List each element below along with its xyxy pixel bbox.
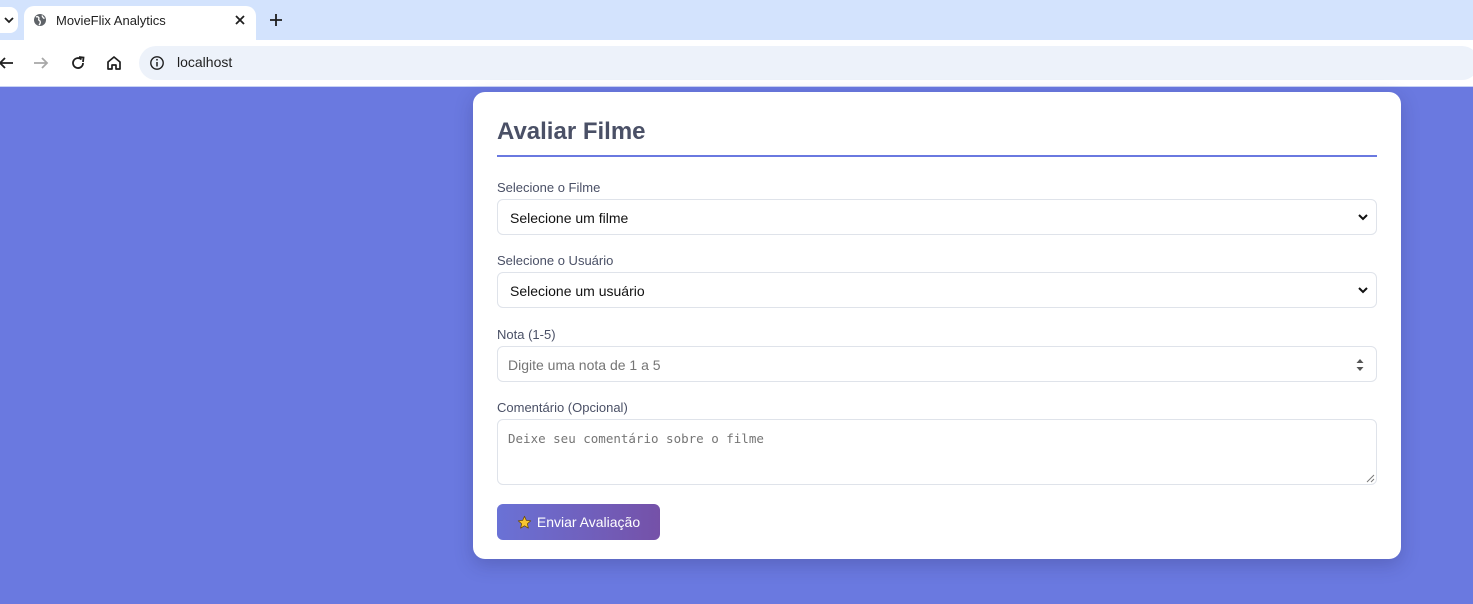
- movie-select-label: Selecione o Filme: [497, 180, 601, 195]
- browser-tab-active[interactable]: MovieFlix Analytics: [24, 6, 256, 40]
- close-icon[interactable]: [232, 12, 248, 28]
- title-divider: [497, 155, 1377, 157]
- movie-select-value: Selecione um filme: [510, 210, 629, 226]
- reload-icon[interactable]: [68, 53, 88, 73]
- browser-tab-strip: MovieFlix Analytics: [0, 0, 1473, 40]
- rating-input-placeholder: Digite uma nota de 1 a 5: [508, 357, 661, 373]
- back-arrow-icon[interactable]: [0, 53, 16, 73]
- submit-rating-label: Enviar Avaliação: [536, 514, 641, 530]
- page-background: Avaliar Filme Selecione o Filme Selecion…: [0, 87, 1473, 604]
- tab-search-button[interactable]: [0, 7, 18, 33]
- rating-input-label: Nota (1-5): [497, 327, 556, 342]
- info-icon[interactable]: [149, 55, 165, 71]
- resize-grip-icon[interactable]: [1366, 474, 1375, 483]
- forward-arrow-icon[interactable]: [31, 53, 51, 73]
- browser-toolbar: localhost: [0, 40, 1473, 87]
- chevron-down-icon: [1358, 214, 1368, 221]
- chevron-down-icon: [1358, 287, 1368, 294]
- chevron-down-icon: [4, 17, 14, 24]
- submit-rating-button[interactable]: Enviar Avaliação: [497, 504, 660, 540]
- rating-input[interactable]: Digite uma nota de 1 a 5: [497, 346, 1377, 382]
- tab-title: MovieFlix Analytics: [56, 13, 166, 28]
- home-icon[interactable]: [104, 53, 124, 73]
- form-title: Avaliar Filme: [497, 118, 646, 145]
- user-select[interactable]: Selecione um usuário: [497, 272, 1377, 308]
- comment-textarea-placeholder: Deixe seu comentário sobre o filme: [508, 431, 764, 446]
- star-icon: [517, 515, 531, 528]
- number-spinner-icon[interactable]: [1355, 357, 1365, 373]
- movie-select[interactable]: Selecione um filme: [497, 199, 1377, 235]
- user-select-value: Selecione um usuário: [510, 283, 645, 299]
- address-url: localhost: [177, 54, 233, 70]
- address-bar[interactable]: localhost: [139, 46, 1473, 80]
- rating-form-card: Avaliar Filme Selecione o Filme Selecion…: [473, 92, 1401, 559]
- comment-textarea-label: Comentário (Opcional): [497, 400, 628, 415]
- comment-textarea[interactable]: Deixe seu comentário sobre o filme: [497, 419, 1377, 485]
- user-select-label: Selecione o Usuário: [497, 253, 614, 268]
- new-tab-plus-icon[interactable]: [266, 10, 286, 30]
- globe-icon: [34, 14, 46, 26]
